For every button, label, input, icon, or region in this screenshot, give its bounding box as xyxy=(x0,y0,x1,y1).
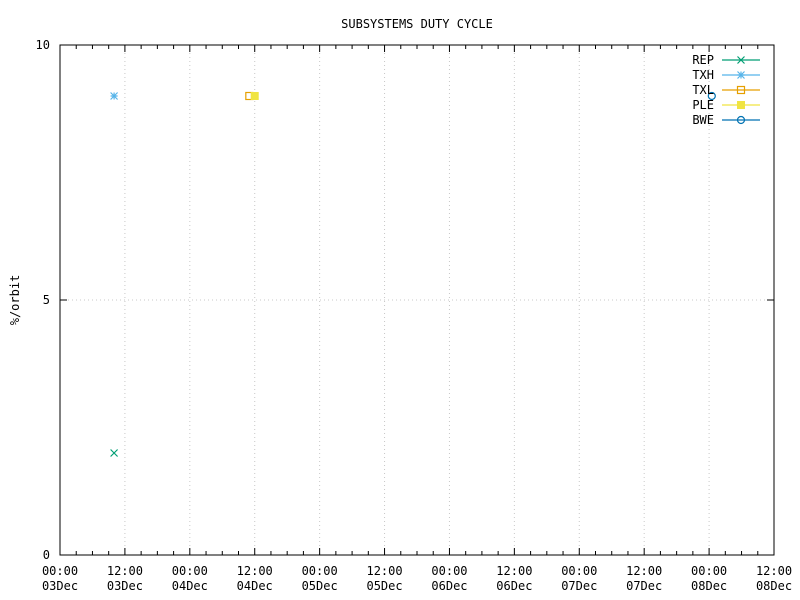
marker-shape xyxy=(110,92,119,100)
x-tick-label-time: 12:00 xyxy=(237,564,273,578)
marker-shape xyxy=(250,92,259,100)
x-tick-label-time: 12:00 xyxy=(496,564,532,578)
x-tick-label-time: 00:00 xyxy=(431,564,467,578)
x-tick-label-date: 05Dec xyxy=(302,579,338,593)
marker-shape xyxy=(737,71,745,79)
tick-labels: 00:0003Dec12:0003Dec00:0004Dec12:0004Dec… xyxy=(36,38,793,593)
x-tick-label-time: 00:00 xyxy=(42,564,78,578)
x-tick-label-time: 12:00 xyxy=(366,564,402,578)
y-axis-label: %/orbit xyxy=(8,275,22,326)
x-tick-label-time: 12:00 xyxy=(756,564,792,578)
x-tick-label-date: 04Dec xyxy=(172,579,208,593)
y-tick-label: 10 xyxy=(36,38,50,52)
x-tick-label-date: 06Dec xyxy=(431,579,467,593)
x-tick-label-date: 03Dec xyxy=(107,579,143,593)
data-point-ple xyxy=(250,92,259,100)
legend-label-bwe: BWE xyxy=(692,113,714,127)
x-tick-label-date: 04Dec xyxy=(237,579,273,593)
y-tick-label: 0 xyxy=(43,548,50,562)
grid xyxy=(60,45,774,555)
x-tick-label-time: 12:00 xyxy=(107,564,143,578)
x-tick-label-date: 07Dec xyxy=(626,579,662,593)
x-tick-label-date: 05Dec xyxy=(366,579,402,593)
marker-shape xyxy=(737,101,745,109)
chart-root: SUBSYSTEMS DUTY CYCLE %/orbit 00:00 03Dec… xyxy=(0,0,800,600)
x-tick-label-date: 08Dec xyxy=(756,579,792,593)
y-tick-label: 5 xyxy=(43,293,50,307)
legend-marker-ple xyxy=(737,101,745,109)
legend-label-ple: PLE xyxy=(692,98,714,112)
x-tick-label-time: 12:00 xyxy=(626,564,662,578)
legend-label-txl: TXL xyxy=(692,83,714,97)
data-point-txh xyxy=(110,92,119,100)
x-tick-label-time: 00:00 xyxy=(172,564,208,578)
duty-cycle-chart: SUBSYSTEMS DUTY CYCLE %/orbit 00:0003Dec… xyxy=(8,17,793,593)
data-point-rep xyxy=(110,449,119,457)
legend-marker-txh xyxy=(737,71,745,79)
x-tick-label-date: 08Dec xyxy=(691,579,727,593)
legend-label-txh: TXH xyxy=(692,68,714,82)
legend: REPTXHTXLPLEBWE xyxy=(692,53,760,127)
data-points xyxy=(110,91,716,457)
chart-title: SUBSYSTEMS DUTY CYCLE xyxy=(341,17,493,31)
x-tick-label-date: 03Dec xyxy=(42,579,78,593)
x-tick-label-date: 06Dec xyxy=(496,579,532,593)
legend-label-rep: REP xyxy=(692,53,714,67)
x-tick-label-time: 00:00 xyxy=(302,564,338,578)
x-tick-label-date: 07Dec xyxy=(561,579,597,593)
x-tick-label-time: 00:00 xyxy=(691,564,727,578)
x-tick-label-time: 00:00 xyxy=(561,564,597,578)
marker-shape xyxy=(110,449,119,457)
